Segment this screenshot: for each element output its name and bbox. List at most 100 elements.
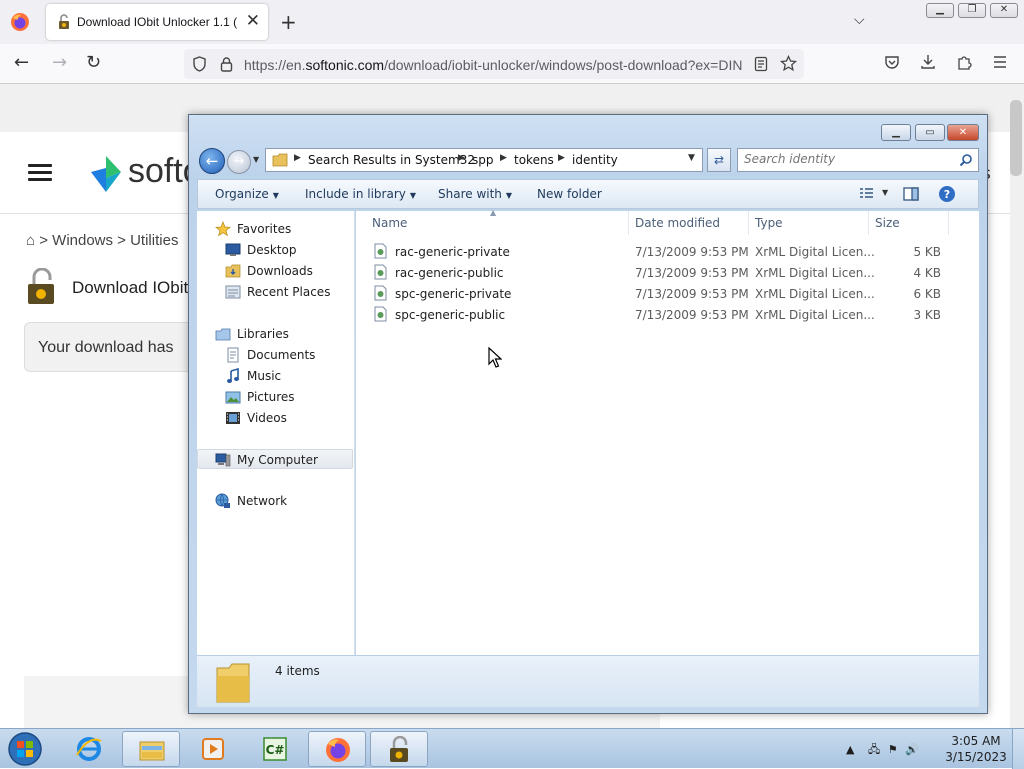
folder-icon [216, 663, 250, 703]
refresh-icon[interactable]: ⇄ [707, 148, 731, 172]
search-input[interactable] [744, 152, 954, 166]
file-row[interactable]: rac-generic-public 7/13/2009 9:53 PM XrM… [366, 262, 966, 283]
url-text[interactable]: https://en.softonic.com/download/iobit-u… [244, 57, 744, 73]
recent-pages-chevron-icon[interactable]: ▼ [253, 155, 259, 164]
url-path: /download/iobit-unlocker/windows/post-do… [384, 57, 743, 73]
url-bar[interactable]: https://en.softonic.com/download/iobit-u… [184, 49, 804, 79]
breadcrumb-arrow-icon[interactable]: ▶ [500, 153, 507, 163]
breadcrumb-arrow-icon[interactable]: ▶ [458, 153, 465, 163]
column-header-size[interactable]: Size [869, 211, 949, 235]
chevron-down-icon: ▼ [409, 191, 417, 200]
breadcrumb-spp[interactable]: spp [472, 153, 494, 167]
nav-network[interactable]: Network [197, 491, 353, 511]
browser-restore-button[interactable]: ❐ [958, 3, 986, 18]
tab-iobit-download[interactable]: Download IObit Unlocker 1.1 (2023 ✕ [46, 4, 268, 40]
start-button-icon[interactable] [6, 731, 44, 767]
softonic-logo-icon[interactable] [88, 154, 124, 194]
bookmark-star-icon[interactable] [780, 55, 797, 72]
new-folder-button[interactable]: New folder [537, 187, 602, 201]
new-tab-button[interactable]: + [280, 10, 297, 34]
column-header-type[interactable]: Type [749, 211, 869, 235]
nav-recent-places[interactable]: Recent Places [197, 282, 353, 302]
list-all-tabs-icon[interactable]: ⌵ [854, 12, 865, 28]
breadcrumb-search-results[interactable]: Search Results in System32 [308, 153, 475, 167]
breadcrumb-arrow-icon[interactable]: ▶ [294, 153, 301, 163]
explorer-maximize-button[interactable]: ▭ [915, 124, 945, 141]
column-header-name[interactable]: Name ▲ [366, 208, 629, 235]
taskbar-media-player[interactable] [184, 731, 242, 767]
explorer-search-box[interactable] [737, 148, 979, 172]
help-icon[interactable]: ? [938, 185, 956, 203]
lock-icon[interactable] [220, 56, 233, 72]
taskbar-firefox[interactable] [308, 731, 366, 767]
nav-documents[interactable]: Documents [197, 345, 353, 365]
organize-button[interactable]: Organize ▼ [215, 187, 279, 201]
explorer-forward-button[interactable]: → [227, 150, 251, 174]
explorer-address-bar[interactable]: ▶ Search Results in System32 ▶ spp ▶ tok… [265, 148, 703, 172]
extensions-icon[interactable] [956, 54, 972, 70]
tracking-shield-icon[interactable] [192, 56, 207, 72]
page-title: Download IObit [72, 278, 189, 297]
explorer-close-button[interactable]: ✕ [947, 124, 979, 141]
back-arrow-icon[interactable]: ← [14, 52, 29, 73]
system-tray: ▲ 🖧 ⚑ 🔊 [846, 741, 919, 760]
app-menu-icon[interactable] [992, 54, 1008, 70]
nav-libraries[interactable]: Libraries [197, 324, 353, 344]
preview-pane-icon[interactable] [902, 185, 920, 203]
chevron-down-icon: ▼ [272, 191, 279, 200]
explorer-minimize-button[interactable]: ▁ [881, 124, 911, 141]
show-hidden-icons-icon[interactable]: ▲ [846, 743, 854, 756]
downloads-icon[interactable] [920, 54, 936, 70]
tab-close-icon[interactable]: ✕ [246, 11, 260, 31]
share-with-button[interactable]: Share with ▼ [438, 187, 512, 201]
forward-arrow-icon[interactable]: → [52, 52, 67, 73]
file-size: 3 KB [913, 308, 941, 322]
change-view-icon[interactable] [858, 185, 876, 203]
music-icon [227, 368, 239, 383]
taskbar-windows-explorer[interactable] [122, 731, 180, 767]
breadcrumb-identity[interactable]: identity [572, 153, 618, 167]
taskbar-csharp-app[interactable]: C# [246, 731, 304, 767]
nav-my-computer[interactable]: My Computer [197, 449, 353, 469]
show-desktop-button[interactable] [1012, 729, 1024, 769]
file-row[interactable]: spc-generic-private 7/13/2009 9:53 PM Xr… [366, 283, 966, 304]
breadcrumb-tokens[interactable]: tokens [514, 153, 554, 167]
file-row[interactable]: rac-generic-private 7/13/2009 9:53 PM Xr… [366, 241, 966, 262]
nav-favorites[interactable]: Favorites [197, 219, 353, 239]
nav-downloads[interactable]: Downloads [197, 261, 353, 281]
nav-desktop[interactable]: Desktop [197, 240, 353, 260]
search-icon[interactable] [959, 153, 973, 167]
breadcrumb-arrow-icon[interactable]: ▶ [558, 153, 565, 163]
reader-view-icon[interactable] [754, 56, 768, 72]
column-header-name-label: Name [372, 216, 408, 230]
page-scrollbar[interactable] [1010, 84, 1024, 728]
network-status-icon[interactable]: 🖧 [868, 743, 880, 756]
nav-recent-places-label: Recent Places [247, 285, 331, 299]
reload-icon[interactable]: ↻ [86, 52, 101, 73]
action-center-flag-icon[interactable]: ⚑ [888, 743, 898, 756]
firefox-icon [326, 738, 350, 762]
nav-music[interactable]: Music [197, 366, 353, 386]
explorer-details-pane: 4 items [197, 655, 979, 707]
volume-icon[interactable]: 🔊 [905, 743, 919, 756]
nav-videos[interactable]: Videos [197, 408, 353, 428]
file-row[interactable]: spc-generic-public 7/13/2009 9:53 PM XrM… [366, 304, 966, 325]
taskbar-iobit-unlocker[interactable] [370, 731, 428, 767]
taskbar-clock[interactable]: 3:05 AM 3/15/2023 [944, 733, 1008, 765]
address-dropdown-icon[interactable]: ▼ [688, 153, 695, 163]
taskbar-internet-explorer[interactable] [60, 731, 118, 767]
include-in-library-label: Include in library [305, 187, 406, 201]
pocket-icon[interactable] [884, 54, 900, 70]
view-options-chevron-icon[interactable]: ▼ [882, 188, 888, 197]
file-date: 7/13/2009 9:53 PM [635, 287, 749, 301]
page-breadcrumb[interactable]: ⌂ > Windows > Utilities [26, 232, 178, 249]
browser-minimize-button[interactable]: ▁ [926, 3, 954, 18]
nav-pictures[interactable]: Pictures [197, 387, 353, 407]
browser-close-button[interactable]: ✕ [990, 3, 1018, 18]
page-scrollbar-thumb[interactable] [1010, 100, 1022, 176]
include-in-library-button[interactable]: Include in library ▼ [305, 187, 416, 201]
column-header-date[interactable]: Date modified [629, 211, 749, 235]
hamburger-menu-icon[interactable] [28, 164, 52, 182]
firefox-logo-icon[interactable] [10, 12, 30, 32]
explorer-back-button[interactable]: ← [199, 148, 225, 174]
